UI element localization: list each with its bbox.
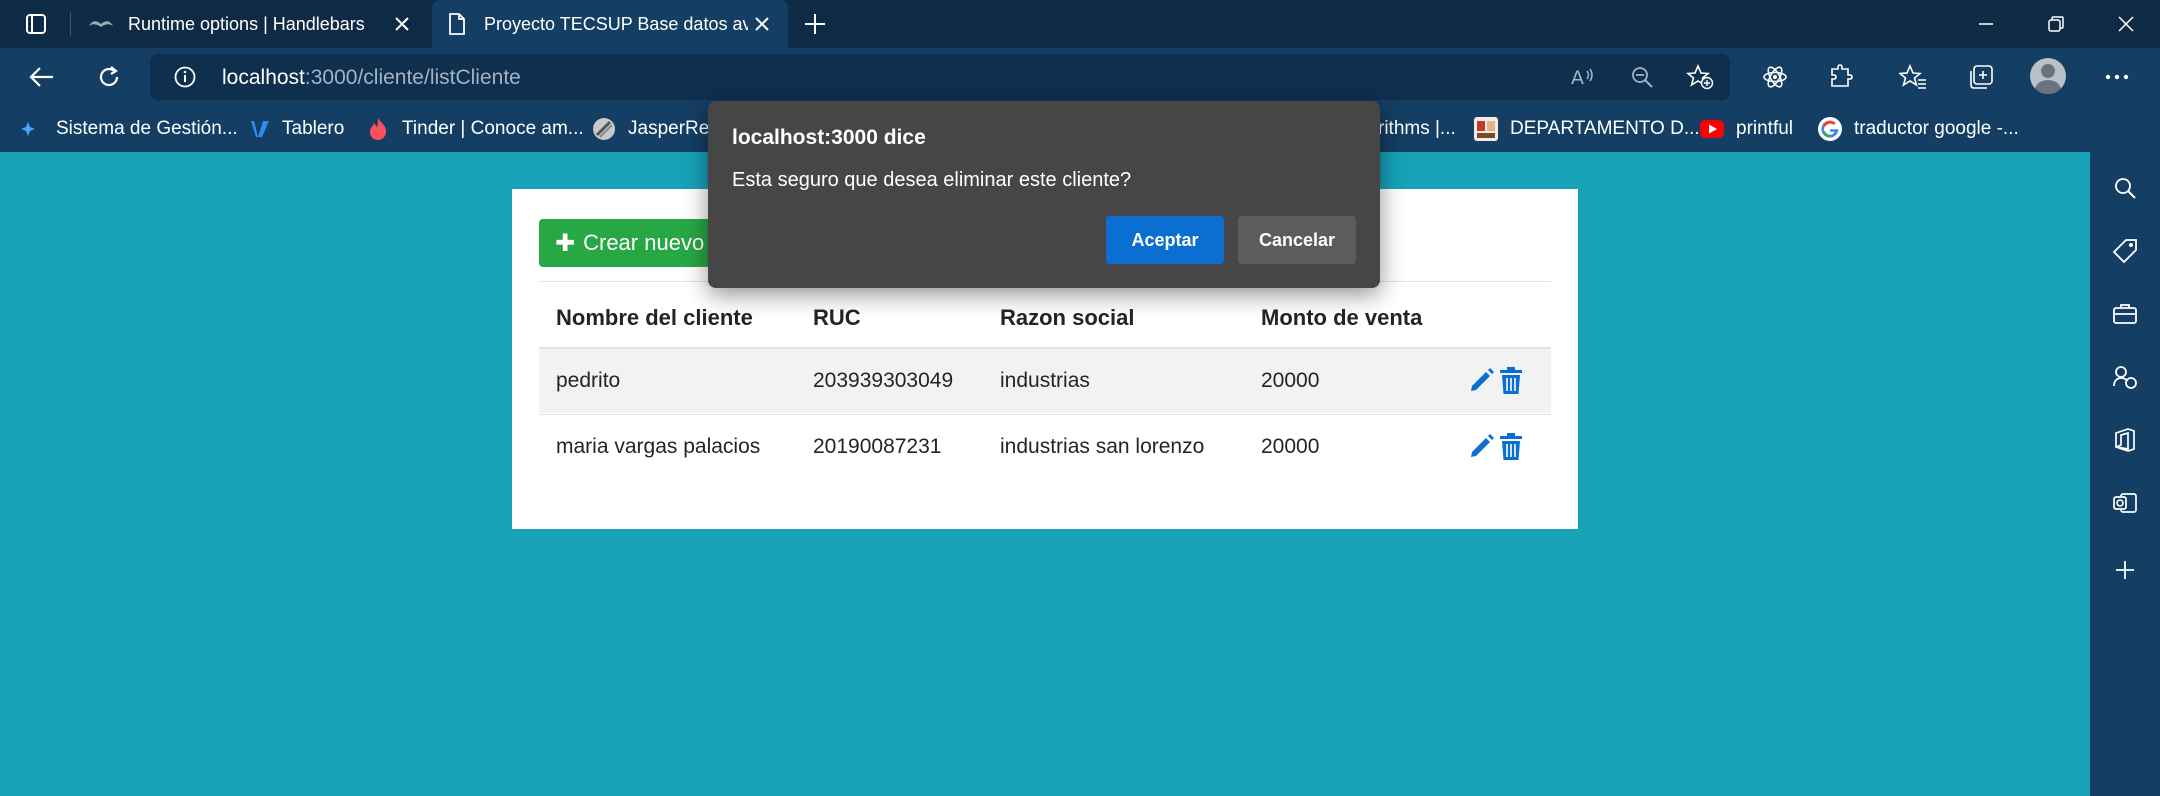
url-host: localhost: [222, 66, 305, 89]
games-icon[interactable]: [2107, 359, 2143, 395]
bookmark-label: traductor google -...: [1854, 118, 2019, 139]
trash-icon[interactable]: [1499, 367, 1525, 395]
bookmark-traductor[interactable]: traductor google -...: [1818, 114, 2019, 144]
bookmark-label: Sistema de Gestión...: [56, 118, 238, 139]
dialog-message: Esta seguro que desea eliminar este clie…: [732, 169, 1132, 191]
cell-razon-social: industrias: [1000, 369, 1090, 392]
back-icon[interactable]: [21, 57, 63, 97]
bookmark-departamento[interactable]: DEPARTAMENTO D...: [1474, 114, 1700, 144]
edit-icon[interactable]: [1469, 367, 1495, 395]
tab-actions-icon[interactable]: [18, 10, 54, 38]
cell-nombre: pedrito: [556, 369, 621, 392]
tab-separator: [70, 12, 71, 36]
jasper-icon: [592, 117, 616, 141]
cancel-button[interactable]: Cancelar: [1238, 216, 1356, 264]
bookmark-tablero[interactable]: Tablero: [248, 114, 344, 144]
collections-icon[interactable]: [1960, 57, 2002, 97]
close-icon[interactable]: [390, 12, 414, 36]
table-row: pedrito 203939303049 industrias 20000: [539, 347, 1551, 413]
close-window-icon[interactable]: [2092, 0, 2160, 48]
bookmark-label: Tinder | Conoce am...: [402, 118, 584, 139]
new-tab-icon[interactable]: [800, 10, 830, 38]
bookmark-jasper[interactable]: JasperRep: [592, 114, 720, 144]
add-icon[interactable]: [2107, 552, 2143, 588]
tinder-icon: [366, 117, 390, 141]
shopping-tag-icon[interactable]: [2107, 233, 2143, 269]
info-icon[interactable]: [174, 66, 196, 88]
edge-sidebar: [2090, 152, 2160, 796]
youtube-icon: [1700, 117, 1724, 141]
accept-button[interactable]: Aceptar: [1106, 216, 1224, 264]
cell-nombre: maria vargas palacios: [556, 435, 761, 458]
outlook-icon[interactable]: [2107, 485, 2143, 521]
page-icon: [444, 11, 470, 37]
url-text: localhost:3000/cliente/listCliente: [222, 66, 521, 90]
trash-icon[interactable]: [1499, 433, 1525, 461]
header-nombre: Nombre del cliente: [556, 305, 753, 330]
table-row: maria vargas palacios 20190087231 indust…: [539, 414, 1551, 480]
cell-monto: 20000: [1261, 435, 1320, 458]
url-path: :3000/cliente/listCliente: [304, 66, 521, 89]
bookmark-label: printful: [1736, 118, 1794, 139]
bookmark-label: Tablero: [282, 118, 345, 139]
bookmark-label: rithms |...: [1378, 118, 1456, 139]
tools-icon[interactable]: [2107, 296, 2143, 332]
create-client-label: Crear nuevo c: [583, 230, 722, 255]
cell-ruc: 203939303049: [813, 369, 954, 392]
svg-text:A: A: [1571, 67, 1584, 89]
departamento-icon: [1474, 117, 1498, 141]
profile-avatar[interactable]: [2030, 58, 2066, 94]
read-aloud-icon[interactable]: A: [1570, 65, 1596, 94]
tablero-icon: [248, 117, 272, 141]
restore-icon[interactable]: [2022, 0, 2090, 48]
cell-razon-social: industrias san lorenzo: [1000, 435, 1205, 458]
handlebars-mustache-icon: [88, 11, 114, 37]
search-icon[interactable]: [2107, 170, 2143, 206]
plus-icon: ✚: [555, 229, 576, 257]
close-icon[interactable]: [750, 12, 774, 36]
bookmark-label: JasperRep: [628, 118, 720, 139]
header-ruc: RUC: [813, 305, 861, 330]
cell-monto: 20000: [1261, 369, 1320, 392]
favorite-add-icon[interactable]: [1685, 63, 1714, 95]
bookmark-tinder[interactable]: Tinder | Conoce am...: [366, 114, 584, 144]
browser-toolbar: localhost:3000/cliente/listCliente A: [0, 48, 2160, 106]
bookmark-printful[interactable]: printful: [1700, 114, 1793, 144]
zoom-out-icon[interactable]: [1630, 65, 1654, 94]
bookmark-sistema-gestion[interactable]: Sistema de Gestión...: [20, 114, 238, 144]
more-icon[interactable]: [2096, 57, 2138, 97]
favorites-icon[interactable]: [1892, 57, 1934, 97]
office-icon[interactable]: [2107, 422, 2143, 458]
cell-ruc: 20190087231: [813, 435, 942, 458]
header-monto: Monto de venta: [1261, 305, 1423, 330]
bookmark-label: DEPARTAMENTO D...: [1510, 118, 1700, 139]
tab-proyecto-tecsup[interactable]: Proyecto TECSUP Base datos ava: [432, 0, 788, 48]
minimize-icon[interactable]: [1952, 0, 2020, 48]
tab-label: Proyecto TECSUP Base datos ava: [484, 13, 748, 34]
tab-strip: Runtime options | Handlebars Proyecto TE…: [0, 0, 2160, 48]
header-razon-social: Razon social: [1000, 305, 1135, 330]
bookmark-algorithms[interactable]: rithms |...: [1378, 114, 1456, 144]
extensions-icon[interactable]: [1820, 57, 1862, 97]
edit-icon[interactable]: [1469, 433, 1495, 461]
address-bar[interactable]: localhost:3000/cliente/listCliente A: [150, 54, 1730, 100]
tab-label: Runtime options | Handlebars: [128, 13, 365, 34]
tab-handlebars[interactable]: Runtime options | Handlebars: [76, 0, 428, 48]
google-icon: [1818, 117, 1842, 141]
react-devtools-icon[interactable]: [1754, 57, 1796, 97]
sitegestion-icon: [20, 117, 36, 141]
dialog-title: localhost:3000 dice: [732, 126, 926, 149]
refresh-icon[interactable]: [88, 57, 130, 97]
confirm-dialog: localhost:3000 dice Esta seguro que dese…: [708, 101, 1380, 288]
